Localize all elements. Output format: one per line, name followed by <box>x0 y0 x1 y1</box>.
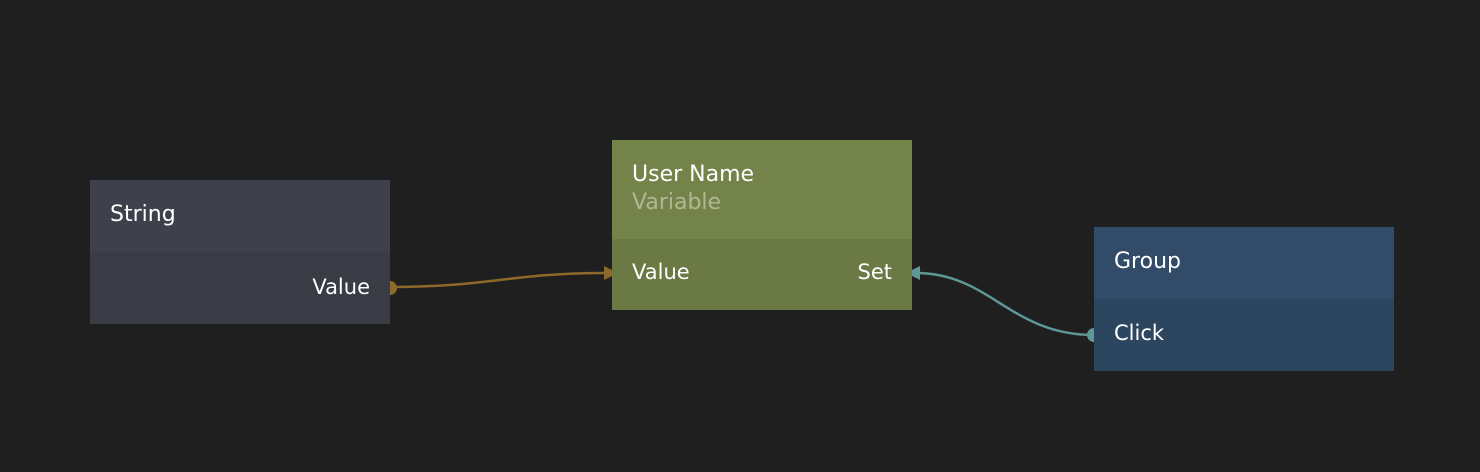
group-node-body: Click <box>1094 299 1394 371</box>
group-node[interactable]: Group Click <box>1094 227 1394 371</box>
variable-node-body: Value Set <box>612 239 912 310</box>
string-node[interactable]: String Value <box>90 180 390 324</box>
variable-node-title: User Name <box>632 162 755 187</box>
group-node-header[interactable]: Group <box>1094 227 1394 299</box>
string-value-output-port-label[interactable]: Value <box>312 274 370 300</box>
variable-node[interactable]: User Name Variable Value Set <box>612 140 912 310</box>
string-node-body: Value <box>90 252 390 324</box>
variable-node-header[interactable]: User Name Variable <box>612 140 912 239</box>
group-click-output-port-label[interactable]: Click <box>1114 320 1164 346</box>
variable-set-input-port-label[interactable]: Set <box>858 259 892 285</box>
signal-connection-wire[interactable] <box>915 271 1095 337</box>
variable-value-input-port-label[interactable]: Value <box>632 259 690 285</box>
group-node-title: Group <box>1114 249 1181 274</box>
string-node-title: String <box>110 202 176 227</box>
variable-node-subtitle: Variable <box>632 190 722 215</box>
value-connection-wire[interactable] <box>389 271 607 289</box>
string-node-header[interactable]: String <box>90 180 390 252</box>
